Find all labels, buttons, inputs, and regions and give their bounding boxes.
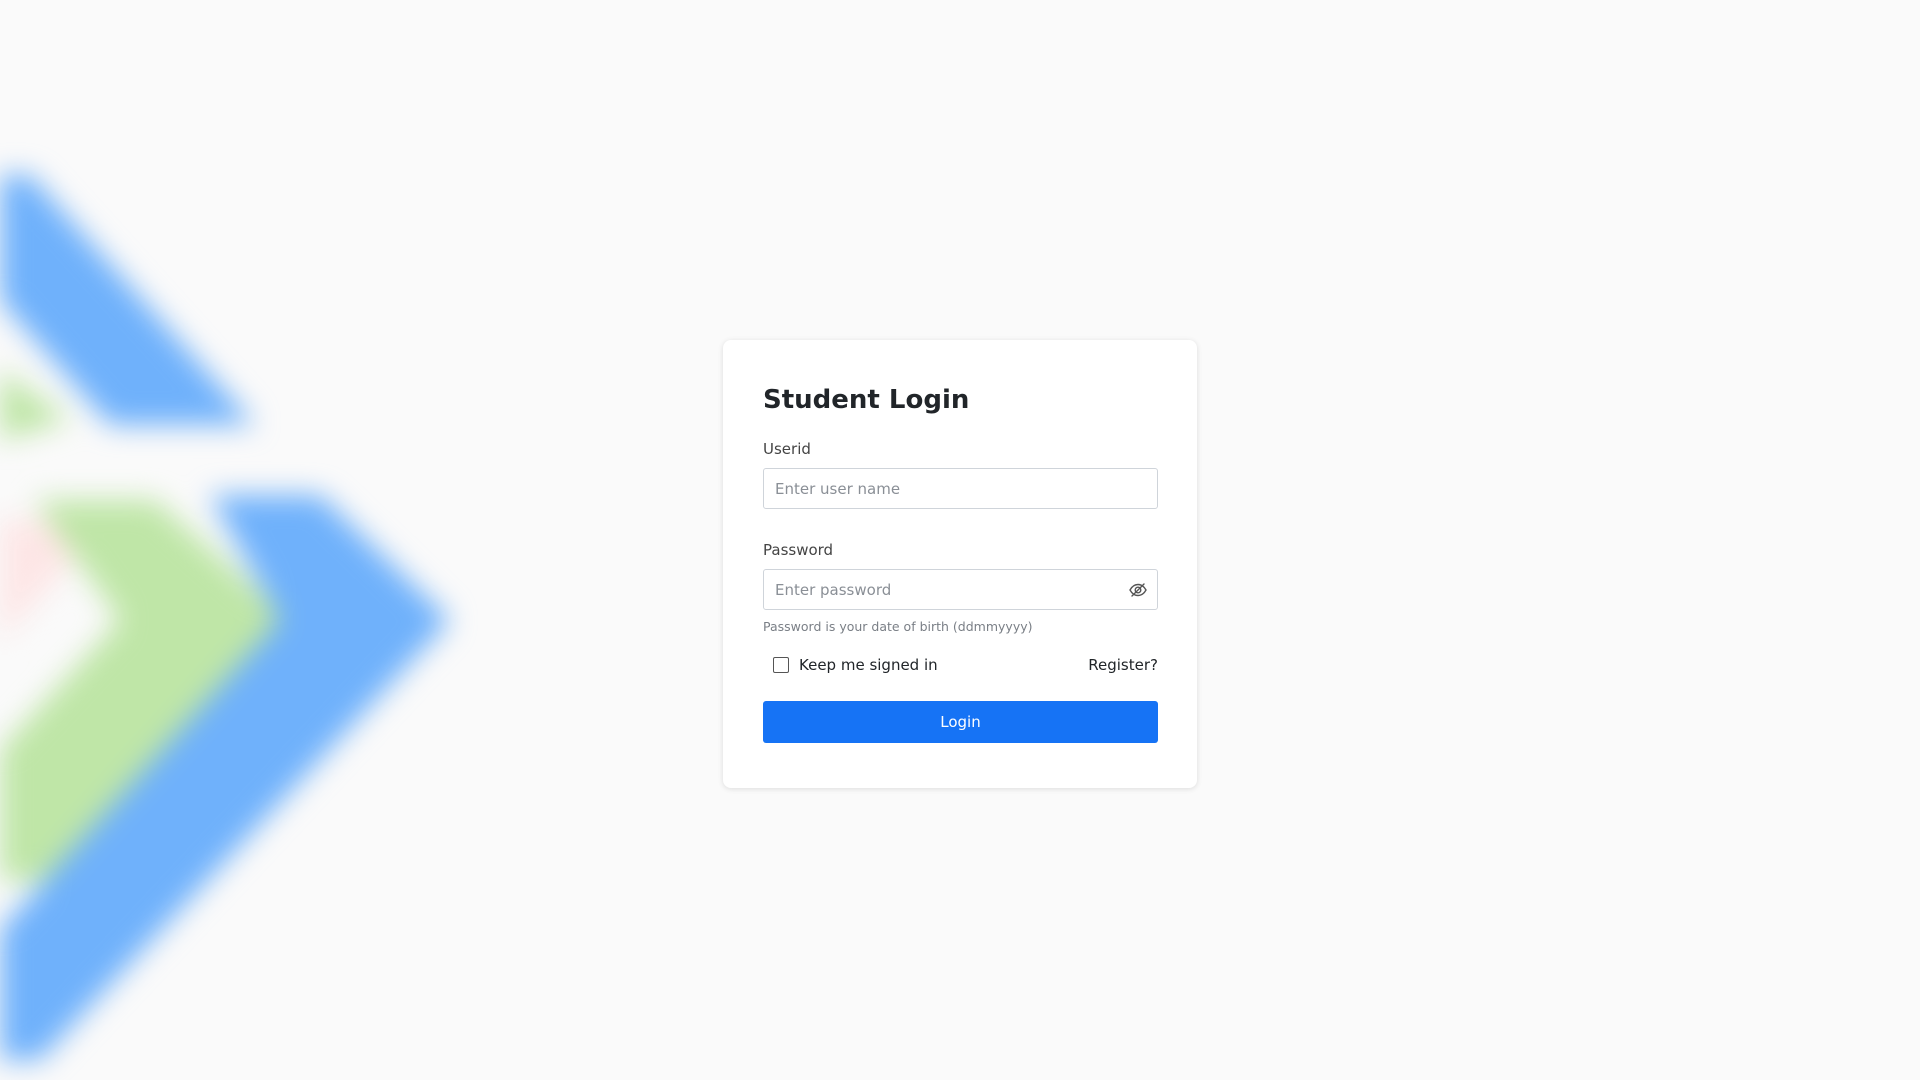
keep-signed-in-checkbox[interactable] [773,657,789,673]
login-card: Student Login Userid Password Password i… [723,340,1197,788]
page-title: Student Login [763,385,970,415]
userid-label: Userid [763,440,811,458]
password-hint: Password is your date of birth (ddmmyyyy… [763,619,1033,634]
userid-input-wrapper [763,468,1158,509]
background-chevrons [0,175,450,1060]
keep-signed-in-label[interactable]: Keep me signed in [799,656,938,674]
options-row: Keep me signed in Register? [763,656,1158,680]
bg-green-small [0,370,70,440]
register-link[interactable]: Register? [1088,656,1158,674]
eye-slash-icon[interactable] [1128,580,1148,600]
password-input[interactable] [763,569,1158,610]
bg-blue-chevron-top [0,175,255,425]
login-button[interactable]: Login [763,701,1158,743]
userid-input[interactable] [763,468,1158,509]
password-label: Password [763,541,834,559]
password-input-wrapper [763,569,1158,610]
background-decoration [0,0,520,1080]
keep-signed-in-toggle[interactable]: Keep me signed in [773,656,938,674]
